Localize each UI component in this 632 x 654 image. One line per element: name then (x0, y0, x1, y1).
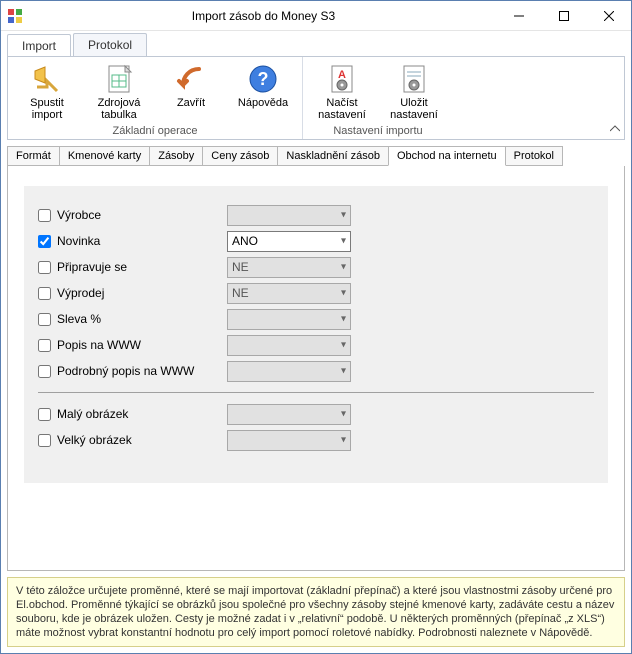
label-pripravuje: Připravuje se (57, 260, 227, 274)
subtab-kmenove-karty[interactable]: Kmenové karty (59, 146, 150, 166)
load-settings-icon: A (326, 63, 358, 95)
label-vyprodej: Výprodej (57, 286, 227, 300)
combo-vyrobce[interactable]: ▾ (227, 205, 351, 226)
row-podrobny: Podrobný popis na WWW ▾ (38, 358, 594, 384)
save-settings-button[interactable]: Uložit nastavení (385, 61, 443, 123)
ribbon-group-settings: A Načíst nastavení (303, 57, 453, 139)
separator (38, 392, 594, 393)
checkbox-podrobny[interactable] (38, 365, 51, 378)
run-import-button[interactable]: Spustit import (18, 61, 76, 123)
form-panel: Výrobce ▾ Novinka ANO ▾ Připravuje se NE (24, 186, 608, 483)
checkbox-velky-obrazek[interactable] (38, 434, 51, 447)
row-velky-obrazek: Velký obrázek ▾ (38, 427, 594, 453)
subtab-protokol[interactable]: Protokol (505, 146, 563, 166)
chevron-down-icon: ▾ (341, 340, 346, 351)
subtab-format[interactable]: Formát (7, 146, 60, 166)
close-arrow-icon (175, 63, 207, 95)
checkbox-maly-obrazek[interactable] (38, 408, 51, 421)
source-table-icon (103, 63, 135, 95)
load-settings-label: Načíst nastavení (318, 97, 366, 121)
subtab-zasoby[interactable]: Zásoby (149, 146, 203, 166)
save-settings-icon (398, 63, 430, 95)
save-settings-label: Uložit nastavení (390, 97, 438, 121)
sub-tabs: Formát Kmenové karty Zásoby Ceny zásob N… (7, 146, 625, 166)
label-popiswww: Popis na WWW (57, 338, 227, 352)
checkbox-vyprodej[interactable] (38, 287, 51, 300)
combo-velky-obrazek[interactable]: ▾ (227, 430, 351, 451)
row-pripravuje: Připravuje se NE ▾ (38, 254, 594, 280)
label-novinka: Novinka (57, 234, 227, 248)
combo-pripravuje[interactable]: NE ▾ (227, 257, 351, 278)
window-title: Import zásob do Money S3 (31, 9, 496, 23)
help-button[interactable]: ? Nápověda (234, 61, 292, 123)
checkbox-novinka[interactable] (38, 235, 51, 248)
chevron-down-icon: ▾ (341, 409, 346, 420)
label-vyrobce: Výrobce (57, 208, 227, 222)
combo-sleva[interactable]: ▾ (227, 309, 351, 330)
svg-text:A: A (338, 69, 346, 81)
run-import-icon (31, 63, 63, 95)
close-action-label: Zavřít (177, 97, 205, 109)
help-icon: ? (247, 63, 279, 95)
combo-podrobny[interactable]: ▾ (227, 361, 351, 382)
label-podrobny: Podrobný popis na WWW (57, 364, 227, 378)
checkbox-vyrobce[interactable] (38, 209, 51, 222)
run-import-label: Spustit import (30, 97, 64, 121)
maximize-button[interactable] (541, 1, 586, 30)
chevron-down-icon: ▾ (341, 314, 346, 325)
svg-text:?: ? (258, 69, 269, 89)
combo-maly-obrazek[interactable]: ▾ (227, 404, 351, 425)
label-maly-obrazek: Malý obrázek (57, 407, 227, 421)
close-action-button[interactable]: Zavřít (162, 61, 220, 123)
ribbon: Spustit import Zdrojová tabulka (7, 56, 625, 140)
combo-vyprodej[interactable]: NE ▾ (227, 283, 351, 304)
ribbon-group-basic: Spustit import Zdrojová tabulka (8, 57, 303, 139)
window-controls (496, 1, 631, 30)
load-settings-button[interactable]: A Načíst nastavení (313, 61, 371, 123)
chevron-down-icon: ▾ (341, 236, 346, 247)
tab-import[interactable]: Import (7, 34, 71, 57)
chevron-down-icon: ▾ (341, 366, 346, 377)
group-caption-basic: Základní operace (113, 125, 198, 137)
label-velky-obrazek: Velký obrázek (57, 433, 227, 447)
content-panel: Výrobce ▾ Novinka ANO ▾ Připravuje se NE (7, 166, 625, 571)
row-novinka: Novinka ANO ▾ (38, 228, 594, 254)
checkbox-pripravuje[interactable] (38, 261, 51, 274)
close-button[interactable] (586, 1, 631, 30)
primary-tabs: Import Protokol (1, 31, 631, 56)
app-icon (7, 8, 23, 24)
subtab-ceny-zasob[interactable]: Ceny zásob (202, 146, 278, 166)
help-label: Nápověda (238, 97, 288, 109)
app-window: Import zásob do Money S3 Import Protokol (0, 0, 632, 654)
chevron-down-icon: ▾ (341, 262, 346, 273)
title-bar: Import zásob do Money S3 (1, 1, 631, 31)
subtab-naskladneni[interactable]: Naskladnění zásob (277, 146, 389, 166)
checkbox-sleva[interactable] (38, 313, 51, 326)
hint-panel: V této záložce určujete proměnné, které … (7, 577, 625, 647)
row-vyprodej: Výprodej NE ▾ (38, 280, 594, 306)
chevron-down-icon: ▾ (341, 435, 346, 446)
source-table-label: Zdrojová tabulka (98, 97, 141, 121)
minimize-button[interactable] (496, 1, 541, 30)
chevron-down-icon: ▾ (341, 288, 346, 299)
ribbon-collapse-icon[interactable] (610, 124, 620, 137)
label-sleva: Sleva % (57, 312, 227, 326)
combo-novinka[interactable]: ANO ▾ (227, 231, 351, 252)
checkbox-popiswww[interactable] (38, 339, 51, 352)
hint-text: V této záložce určujete proměnné, které … (16, 585, 614, 639)
chevron-down-icon: ▾ (341, 210, 346, 221)
row-vyrobce: Výrobce ▾ (38, 202, 594, 228)
row-popiswww: Popis na WWW ▾ (38, 332, 594, 358)
tab-protokol[interactable]: Protokol (73, 33, 147, 56)
row-maly-obrazek: Malý obrázek ▾ (38, 401, 594, 427)
source-table-button[interactable]: Zdrojová tabulka (90, 61, 148, 123)
row-sleva: Sleva % ▾ (38, 306, 594, 332)
combo-popiswww[interactable]: ▾ (227, 335, 351, 356)
group-caption-settings: Nastavení importu (333, 125, 422, 137)
subtab-obchod-internet[interactable]: Obchod na internetu (388, 146, 506, 166)
